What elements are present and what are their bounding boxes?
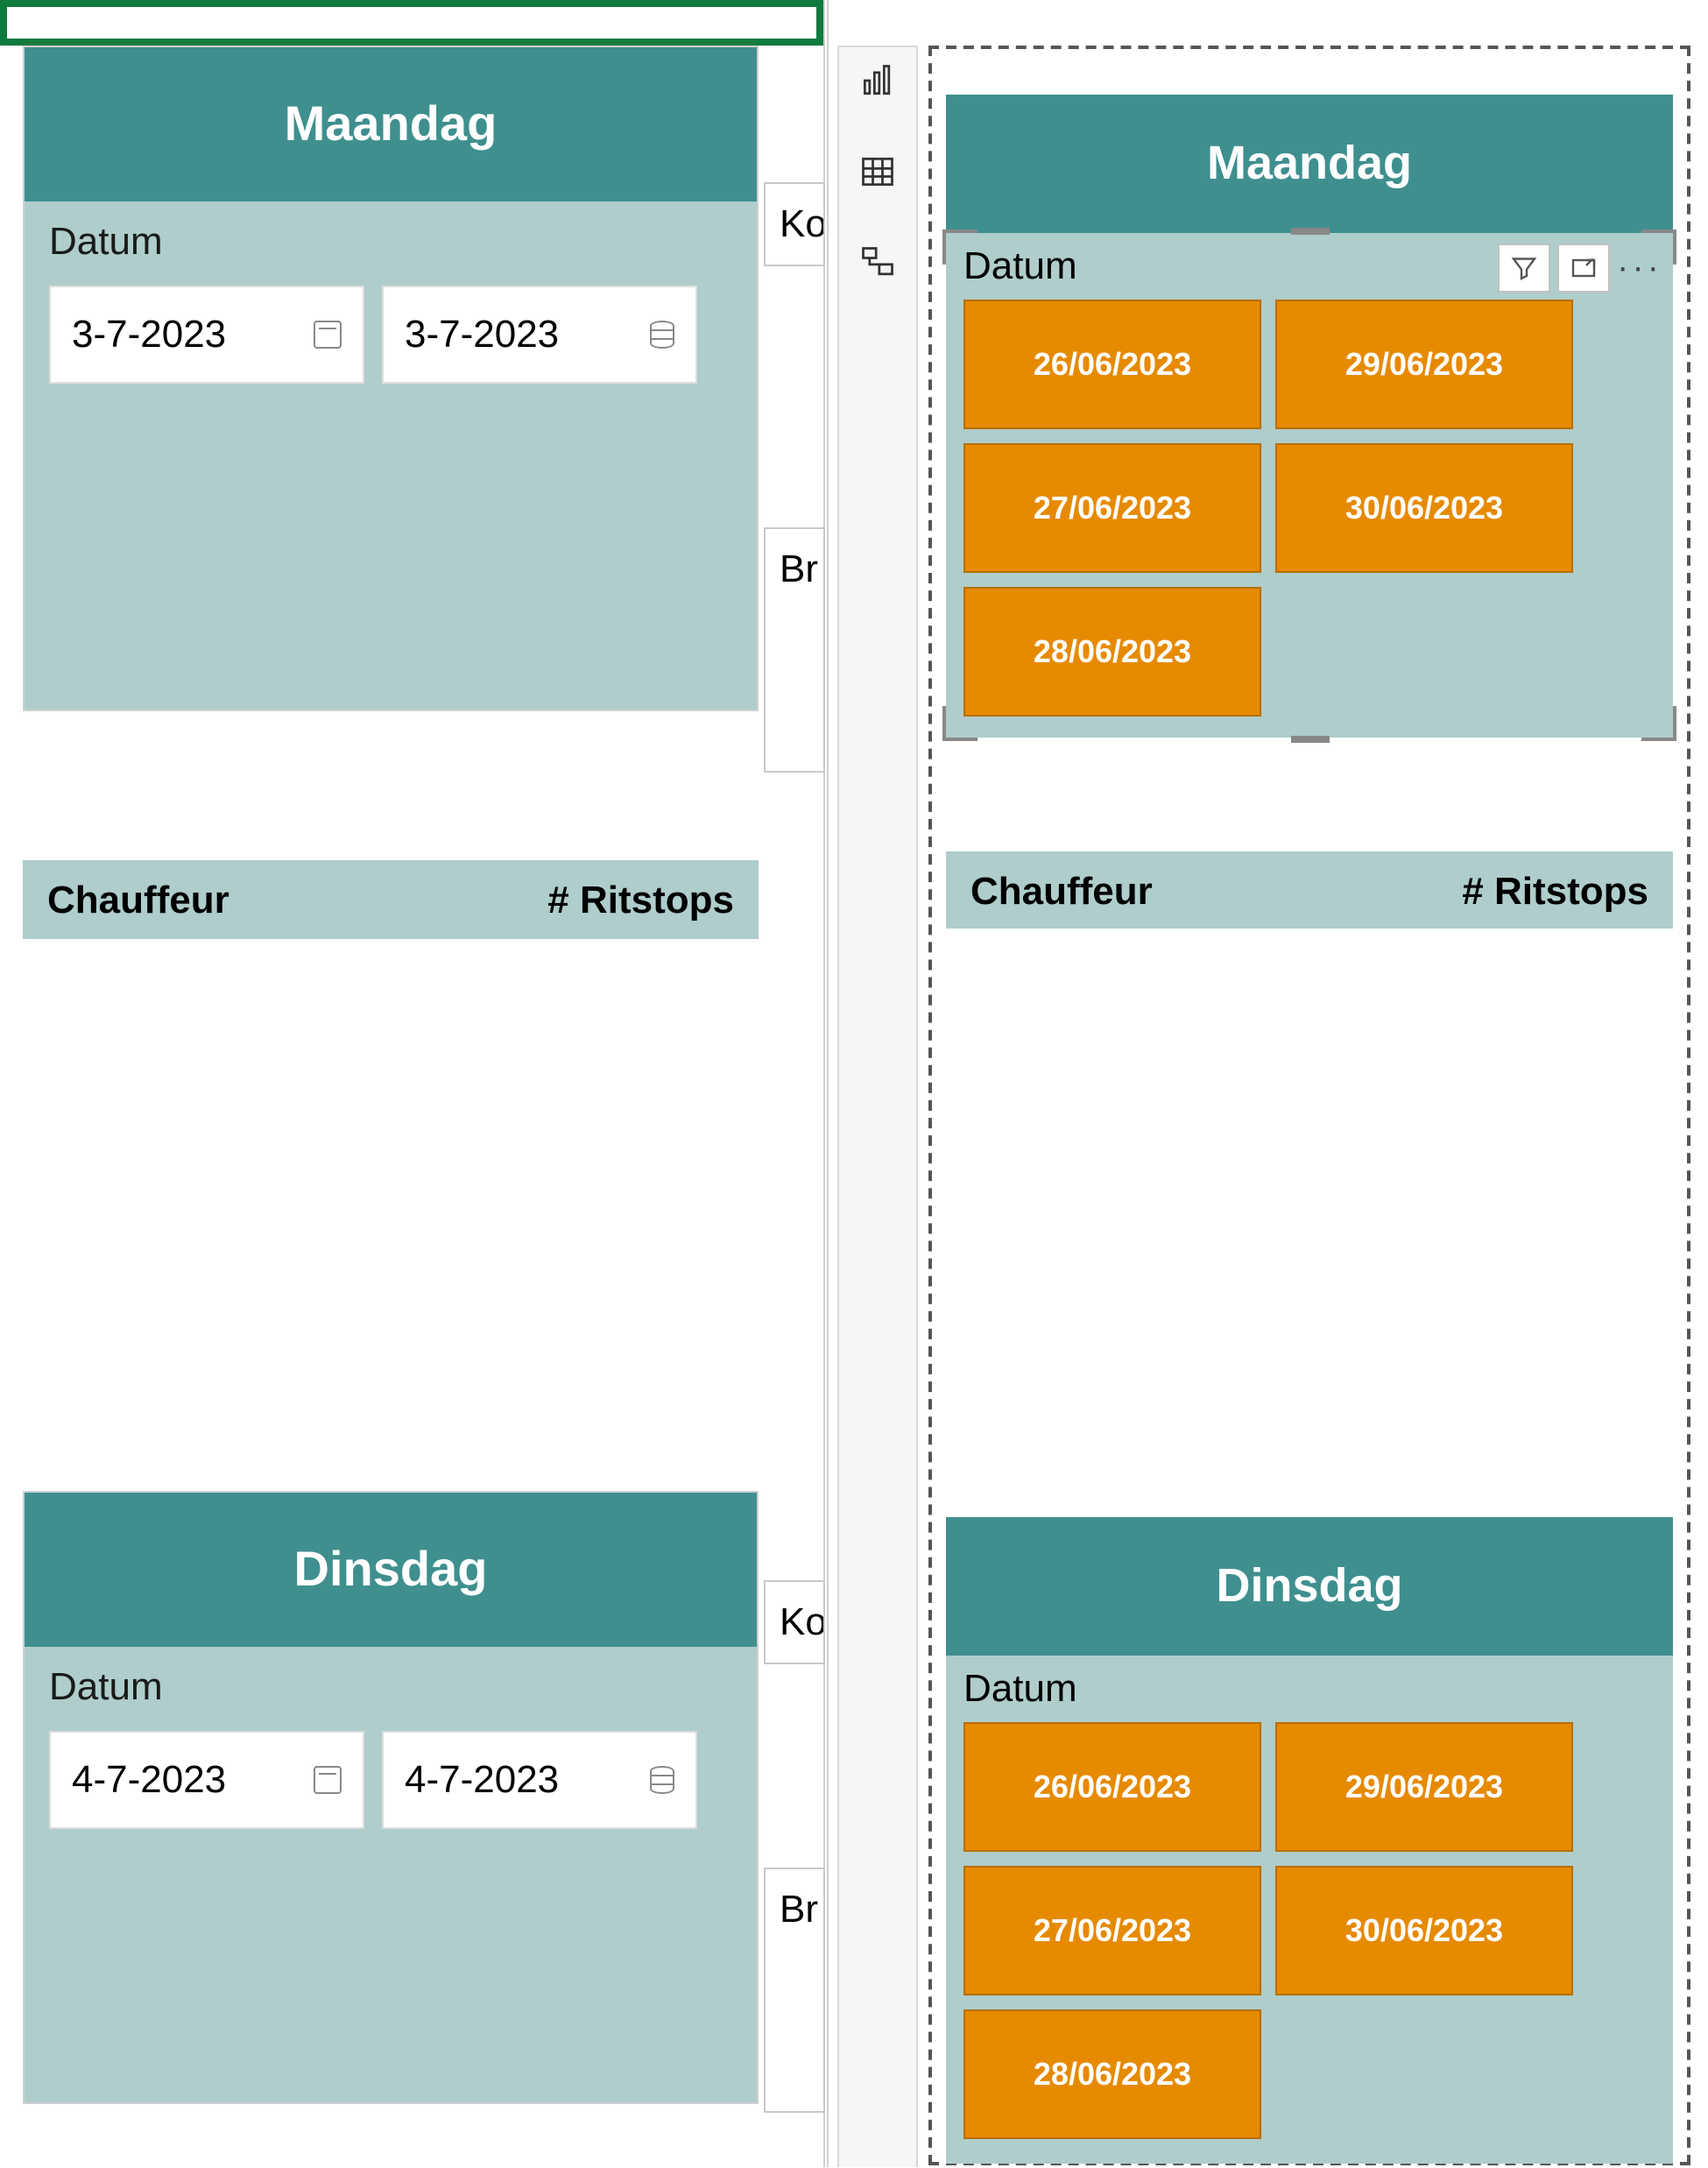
center-gutter xyxy=(837,333,918,2167)
date-tile[interactable]: 29/06/2023 xyxy=(1275,1722,1573,1852)
date-tile[interactable]: 30/06/2023 xyxy=(1275,1866,1573,1995)
pane-divider[interactable] xyxy=(823,0,829,2167)
card-title: Maandag xyxy=(25,47,757,201)
slicer-body: Datum 4-7-2023 4-7-2023 xyxy=(25,1647,757,2102)
resize-handle-top[interactable] xyxy=(1290,228,1329,235)
focus-mode-icon[interactable] xyxy=(1557,244,1610,293)
date-tile[interactable]: 28/06/2023 xyxy=(963,2009,1261,2139)
database-icon[interactable] xyxy=(650,321,674,349)
card-dinsdag-right[interactable]: Dinsdag Datum 26/06/2023 27/06/2023 28/0… xyxy=(946,1517,1673,2164)
date-tile[interactable]: 28/06/2023 xyxy=(963,587,1261,717)
date-from-input[interactable]: 4-7-2023 xyxy=(49,1731,364,1829)
date-to-value: 3-7-2023 xyxy=(405,312,559,357)
date-from-value: 3-7-2023 xyxy=(72,312,226,357)
col-chauffeur[interactable]: Chauffeur xyxy=(970,869,1153,915)
more-options-icon[interactable]: ··· xyxy=(1617,244,1662,293)
visual-toolbar: ··· xyxy=(1498,244,1662,293)
date-tile[interactable]: 26/06/2023 xyxy=(963,300,1261,429)
calendar-icon[interactable] xyxy=(314,321,342,349)
slicer-body: Datum 3-7-2023 3-7-2023 xyxy=(25,201,757,710)
date-tile[interactable]: 29/06/2023 xyxy=(1275,300,1573,429)
date-to-input[interactable]: 3-7-2023 xyxy=(382,286,697,384)
date-from-value: 4-7-2023 xyxy=(72,1757,226,1803)
date-to-value: 4-7-2023 xyxy=(405,1757,559,1803)
top-strip xyxy=(7,7,816,39)
peek-box-ko-2: Ko xyxy=(764,1580,825,1664)
peek-box-br-2: Br xyxy=(764,1868,825,2113)
field-label-datum: Datum xyxy=(49,219,732,265)
date-to-input[interactable]: 4-7-2023 xyxy=(382,1731,697,1829)
date-tile[interactable]: 27/06/2023 xyxy=(963,1866,1261,1995)
database-icon[interactable] xyxy=(650,1766,674,1794)
view-mode-toolbar xyxy=(837,46,918,335)
card-title: Maandag xyxy=(946,95,1673,233)
col-chauffeur[interactable]: Chauffeur xyxy=(47,878,229,923)
card-title: Dinsdag xyxy=(946,1517,1673,1656)
resize-handle-bottom[interactable] xyxy=(1290,736,1329,743)
card-maandag-right[interactable]: Maandag ··· Datum 26/06/2023 27/06/2023 … xyxy=(946,95,1673,738)
card-title: Dinsdag xyxy=(25,1493,757,1647)
table-body-left xyxy=(23,939,759,1517)
model-view-icon[interactable] xyxy=(855,240,900,286)
col-ritstops[interactable]: # Ritstops xyxy=(1462,869,1648,915)
slicer-body: ··· Datum 26/06/2023 27/06/2023 28/06/20… xyxy=(946,233,1673,738)
date-tile[interactable]: 30/06/2023 xyxy=(1275,443,1573,573)
report-view-icon[interactable] xyxy=(855,58,900,103)
col-ritstops[interactable]: # Ritstops xyxy=(547,878,734,923)
filter-icon[interactable] xyxy=(1498,244,1550,293)
peek-box-br: Br xyxy=(764,527,825,773)
table-body-right xyxy=(946,929,1673,1498)
date-from-input[interactable]: 3-7-2023 xyxy=(49,286,364,384)
card-dinsdag-left: Dinsdag Datum 4-7-2023 4-7-2023 xyxy=(23,1491,759,2104)
field-label-datum: Datum xyxy=(963,1666,1655,1712)
field-label-datum: Datum xyxy=(49,1664,732,1710)
calendar-icon[interactable] xyxy=(314,1766,342,1794)
peek-box-ko: Ko xyxy=(764,182,825,266)
table-header-left: Chauffeur # Ritstops xyxy=(23,860,759,941)
data-view-icon[interactable] xyxy=(855,149,900,194)
card-maandag-left: Maandag Datum 3-7-2023 3-7-2023 xyxy=(23,46,759,711)
date-tile[interactable]: 26/06/2023 xyxy=(963,1722,1261,1852)
slicer-body: Datum 26/06/2023 27/06/2023 28/06/2023 2… xyxy=(946,1656,1673,2164)
table-header-right: Chauffeur # Ritstops xyxy=(946,851,1673,932)
date-tile[interactable]: 27/06/2023 xyxy=(963,443,1261,573)
